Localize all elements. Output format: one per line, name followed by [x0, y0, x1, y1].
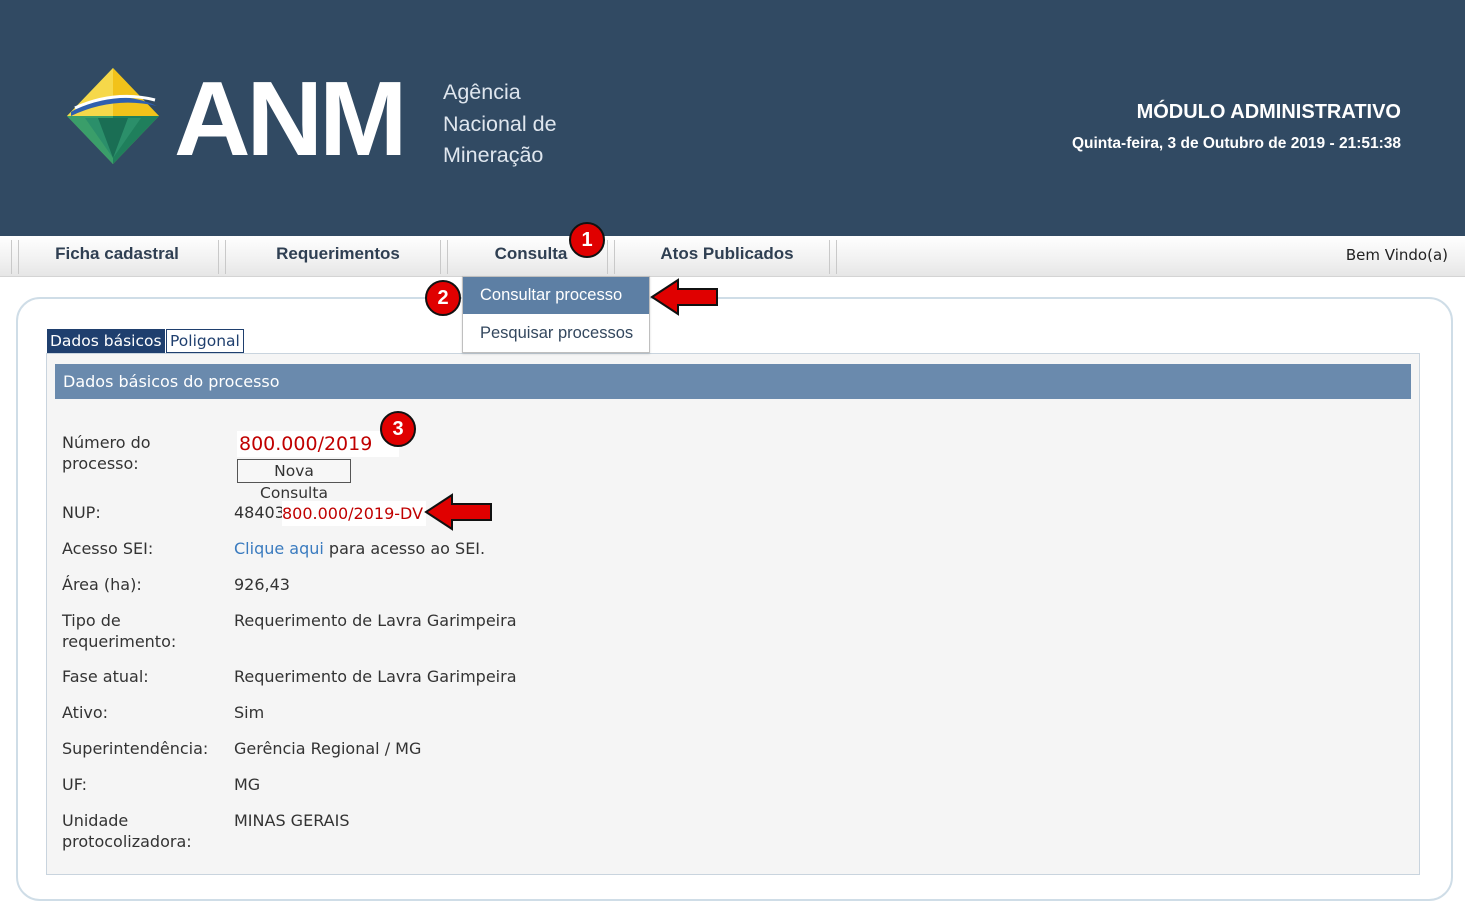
- logo-wordmark: ANM: [174, 60, 407, 178]
- tipo-value: Requerimento de Lavra Garimpeira: [234, 611, 517, 630]
- tipo-label: Tipo de requerimento:: [62, 611, 232, 652]
- menu-separator: [829, 240, 837, 274]
- area-label: Área (ha):: [62, 575, 142, 594]
- unidade-label: Unidade protocolizadora:: [62, 811, 232, 852]
- main-menu-bar: Ficha cadastral Requerimentos Consulta A…: [0, 236, 1465, 277]
- annotation-arrow-icon: [424, 493, 492, 531]
- acesso-sei-label: Acesso SEI:: [62, 539, 154, 558]
- module-title: MÓDULO ADMINISTRATIVO: [1136, 101, 1401, 123]
- site-header: ANM Agência Nacional de Mineração MÓDULO…: [0, 0, 1465, 236]
- process-number-label: Número do processo:: [62, 433, 151, 473]
- ativo-value: Sim: [234, 703, 265, 722]
- agency-line: Mineração: [443, 143, 544, 167]
- tab-dados-basicos[interactable]: Dados básicos: [47, 329, 165, 353]
- fase-value: Requerimento de Lavra Garimpeira: [234, 667, 517, 686]
- dropdown-pesquisar-processos[interactable]: Pesquisar processos: [463, 315, 649, 352]
- menu-requerimentos[interactable]: Requerimentos: [238, 236, 438, 276]
- menu-ficha-cadastral[interactable]: Ficha cadastral: [18, 236, 216, 276]
- annotation-badge-3: 3: [380, 411, 416, 447]
- uf-label: UF:: [62, 775, 88, 794]
- agency-line: Nacional de: [443, 111, 557, 136]
- menu-separator: [440, 240, 448, 274]
- menu-separator: [607, 240, 615, 274]
- unidade-label-line: protocolizadora:: [62, 831, 192, 851]
- current-datetime: Quinta-feira, 3 de Outubro de 2019 - 21:…: [1071, 135, 1401, 152]
- tipo-label-line: Tipo de: [62, 611, 121, 630]
- uf-value: MG: [234, 775, 261, 794]
- nova-consulta-button[interactable]: Nova Consulta: [237, 459, 351, 502]
- superintendencia-label: Superintendência:: [62, 739, 209, 758]
- agency-line: Agência: [443, 80, 521, 104]
- section-title: Dados básicos do processo: [55, 364, 1411, 399]
- anm-logo-icon: [67, 68, 159, 164]
- dropdown-consultar-processo[interactable]: Consultar processo: [463, 277, 649, 314]
- tab-poligonal[interactable]: Poligonal: [166, 329, 244, 353]
- sei-link-suffix: para acesso ao SEI.: [323, 539, 486, 558]
- consulta-dropdown: Consultar processo Pesquisar processos: [462, 276, 650, 353]
- tipo-label-line: requerimento:: [62, 631, 177, 651]
- agency-name: Agência Nacional de Mineração: [443, 77, 557, 172]
- unidade-label-line: Unidade: [62, 811, 129, 830]
- annotation-badge-2: 2: [425, 280, 461, 316]
- area-value: 926,43: [234, 575, 290, 594]
- superintendencia-value: Gerência Regional / MG: [234, 739, 422, 758]
- fase-label: Fase atual:: [62, 667, 149, 686]
- menu-separator: [218, 240, 226, 274]
- nup-label: NUP:: [62, 503, 101, 522]
- annotation-arrow-icon: [650, 278, 718, 316]
- sei-link[interactable]: Clique aqui: [234, 539, 324, 558]
- menu-atos-publicados[interactable]: Atos Publicados: [627, 236, 827, 276]
- annotation-badge-1: 1: [569, 222, 605, 258]
- acesso-sei-value: Clique aqui para acesso ao SEI.: [234, 539, 485, 560]
- process-number-input[interactable]: 800.000/2019: [237, 431, 399, 457]
- welcome-text: Bem Vindo(a): [1345, 246, 1448, 264]
- unidade-value: MINAS GERAIS: [234, 811, 350, 830]
- ativo-label: Ativo:: [62, 703, 109, 722]
- nup-highlight: 800.000/2019-DV: [282, 501, 426, 526]
